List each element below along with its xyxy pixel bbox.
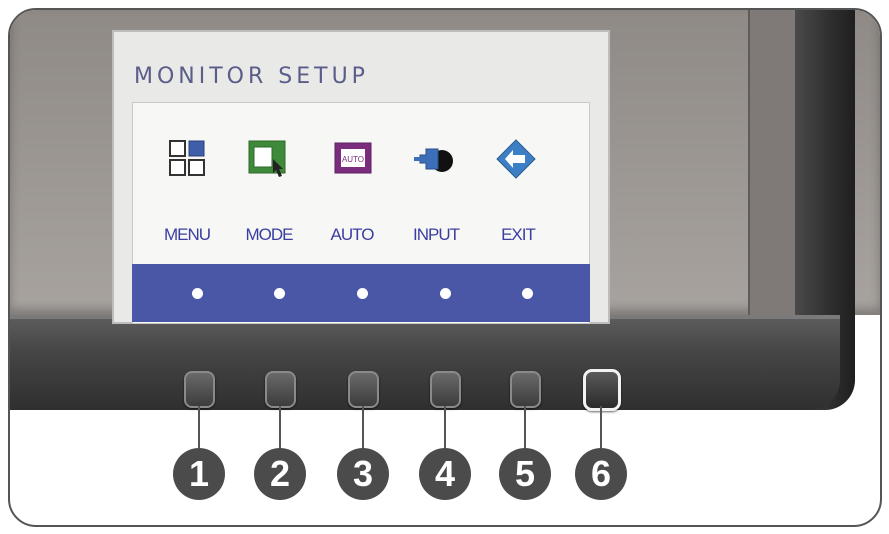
- auto-adjust-icon: AUTO: [334, 142, 372, 174]
- mode-window-icon: [248, 140, 286, 177]
- indicator-dot: [440, 288, 451, 299]
- osd-title: MONITOR SETUP: [134, 64, 369, 89]
- callout-number: 4: [419, 448, 471, 500]
- indicator-dot: [357, 288, 368, 299]
- osd-indicator-bar: [132, 264, 590, 322]
- indicator-dot: [522, 288, 533, 299]
- monitor-bezel: [10, 315, 840, 410]
- callout-number: 1: [173, 448, 225, 500]
- power-button[interactable]: [583, 369, 621, 411]
- osd-label-input: INPUT: [413, 225, 460, 244]
- input-plug-icon: [414, 148, 453, 172]
- callout-number: 2: [254, 448, 306, 500]
- bezel-button-1[interactable]: [184, 371, 215, 408]
- exit-arrow-icon: [496, 139, 536, 179]
- callout-number: 3: [337, 448, 389, 500]
- indicator-dot: [274, 288, 285, 299]
- screen-right-edge: [748, 10, 795, 315]
- bezel-button-3[interactable]: [348, 371, 379, 408]
- bezel-button-5[interactable]: [510, 371, 541, 408]
- osd-menu: MONITOR SETUP AUTO MENU MODE AUTO INPUT …: [112, 30, 610, 324]
- callout-number: 5: [499, 448, 551, 500]
- osd-label-menu: MENU: [163, 225, 211, 244]
- menu-grid-icon: [169, 140, 205, 176]
- osd-label-mode: MODE: [245, 225, 294, 244]
- bezel-button-2[interactable]: [265, 371, 296, 408]
- illustration-frame: MONITOR SETUP AUTO MENU MODE AUTO INPUT …: [8, 8, 882, 527]
- osd-label-exit: EXIT: [501, 225, 536, 244]
- osd-label-auto: AUTO: [330, 225, 375, 244]
- callout-number: 6: [575, 448, 627, 500]
- bezel-button-4[interactable]: [430, 371, 461, 408]
- indicator-dot: [192, 288, 203, 299]
- svg-text:AUTO: AUTO: [342, 155, 364, 164]
